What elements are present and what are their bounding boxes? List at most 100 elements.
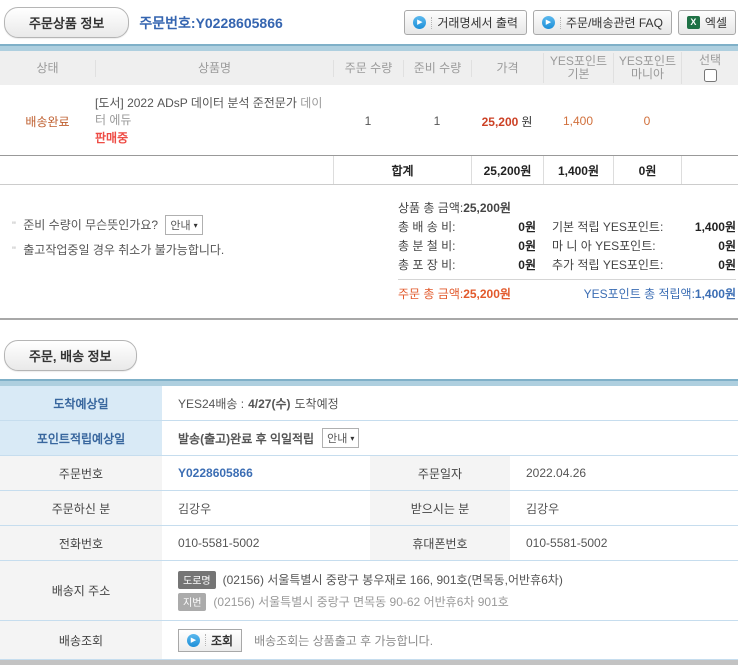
product-price-amount: 25,200	[482, 115, 519, 129]
total-label: 합계	[333, 156, 471, 184]
summary-shipping-value: 0원	[494, 218, 536, 237]
tracking-button[interactable]: 조회	[178, 629, 242, 652]
price-summary-panel: 상품 총 금액:25,200원 총 배 송 비: 0원 기본 적립 YES포인트…	[398, 199, 736, 304]
product-title-line: [도서] 2022 ADsP 데이터 분석 준전문가 데이터 에듀	[95, 95, 327, 129]
point-date-row: 포인트적립예상일 발송(출고)완료 후 익일적립 안내▾	[0, 421, 738, 456]
total-empty-cell	[681, 156, 738, 184]
point-date-value-cell: 발송(출고)완료 후 익일적립 안내▾	[162, 421, 738, 455]
dotted-divider	[431, 17, 432, 29]
total-price: 25,200원	[471, 156, 543, 184]
product-point-basic: 1,400	[543, 114, 613, 128]
print-invoice-button[interactable]: 거래명세서 출력	[404, 10, 527, 35]
phone-row: 전화번호 010-5581-5002 휴대폰번호 010-5581-5002	[0, 526, 738, 561]
tracking-button-label: 조회	[211, 632, 233, 649]
address-label: 배송지 주소	[0, 561, 162, 620]
tracking-row: 배송조회 조회 배송조회는 상품출고 후 가능합니다.	[0, 621, 738, 659]
guide-label: 안내	[170, 217, 190, 233]
summary-total-point-value: 1,400원	[695, 287, 736, 301]
arrival-carrier: YES24배송 :	[178, 395, 244, 412]
col-header-price: 가격	[471, 60, 543, 77]
orderer-row: 주문하신 분 김강우 받으시는 분 김강우	[0, 491, 738, 526]
summary-binding-label: 총 분 철 비:	[398, 237, 494, 256]
summary-product-total-label: 상품 총 금액:	[398, 199, 463, 218]
order-no-link[interactable]: Y0228605866	[178, 466, 253, 480]
total-row: 합계 25,200원 1,400원 0원	[0, 155, 738, 185]
mobile-value: 010-5581-5002	[510, 526, 738, 560]
product-name-link[interactable]: [도서] 2022 ADsP 데이터 분석 준전문가	[95, 96, 297, 110]
road-address-line: 도로명 (02156) 서울특별시 중랑구 봉우재로 166, 901호(면목동…	[178, 571, 722, 589]
arrival-row: 도착예상일 YES24배송 : 4/27(수) 도착예정	[0, 386, 738, 421]
play-icon	[413, 16, 426, 29]
product-row: 배송완료 [도서] 2022 ADsP 데이터 분석 준전문가 데이터 에듀 판…	[0, 85, 738, 155]
address-row: 배송지 주소 도로명 (02156) 서울특별시 중랑구 봉우재로 166, 9…	[0, 561, 738, 621]
summary-order-total-value: 25,200원	[463, 287, 511, 301]
product-name-cell: [도서] 2022 ADsP 데이터 분석 준전문가 데이터 에듀 판매중	[95, 95, 333, 147]
summary-product-total: 상품 총 금액:25,200원	[398, 199, 736, 218]
summary-extra-point-label: 추가 적립 YES포인트:	[552, 256, 684, 275]
print-invoice-label: 거래명세서 출력	[437, 14, 518, 31]
phone-value: 010-5581-5002	[162, 526, 370, 560]
product-point-mania: 0	[613, 114, 681, 128]
chevron-down-icon: ▾	[194, 221, 198, 230]
summary-mania-point-value: 0원	[684, 237, 736, 256]
note-ready-qty-text: 준비 수량이 무슨뜻인가요?	[23, 218, 158, 232]
col-header-point-mania: YES포인트 마니아	[613, 53, 681, 83]
tracking-label: 배송조회	[0, 621, 162, 659]
order-faq-button[interactable]: 주문/배송관련 FAQ	[533, 10, 672, 35]
summary-final-line: 주문 총 금액:25,200원 YES포인트 총 적립액:1,400원	[398, 279, 736, 304]
order-date-value: 2022.04.26	[510, 456, 738, 490]
product-sale-status: 판매중	[95, 130, 327, 147]
excel-export-button[interactable]: 엑셀	[678, 10, 736, 35]
total-point-basic: 1,400원	[543, 156, 613, 184]
summary-extra-point-value: 0원	[684, 256, 736, 275]
summary-total-point: YES포인트 총 적립액:1,400원	[584, 285, 736, 304]
product-price: 25,200원	[471, 113, 543, 130]
play-icon	[187, 634, 200, 647]
orderer-label: 주문하신 분	[0, 491, 162, 525]
summary-packing-label: 총 포 장 비:	[398, 256, 494, 275]
note-cancel-policy-text: 출고작업중일 경우 취소가 불가능합니다.	[23, 243, 224, 257]
product-price-unit: 원	[521, 115, 532, 129]
point-date-label: 포인트적립예상일	[0, 421, 162, 455]
chevron-down-icon: ▾	[350, 434, 354, 443]
point-date-guide-button[interactable]: 안내▾	[322, 428, 359, 448]
jibun-badge: 지번	[178, 593, 206, 611]
ready-qty-guide-button[interactable]: 안내 ▾	[165, 215, 202, 235]
excel-label: 엑셀	[705, 14, 727, 31]
mobile-label: 휴대폰번호	[370, 526, 510, 560]
jibun-address-text: (02156) 서울특별시 중랑구 면목동 90-62 어반휴6차 901호	[213, 593, 508, 610]
summary-line-binding: 총 분 철 비: 0원 마 니 아 YES포인트: 0원	[398, 237, 736, 256]
col-header-order-qty: 주문 수량	[333, 60, 403, 77]
summary-order-total: 주문 총 금액:25,200원	[398, 285, 511, 304]
select-label: 선택	[699, 54, 721, 67]
order-notes: 준비 수량이 무슨뜻인가요? 안내 ▾ 출고작업중일 경우 취소가 불가능합니다.	[12, 199, 398, 304]
guide-label: 안내	[327, 430, 347, 446]
product-table-header: 상태 상품명 주문 수량 준비 수량 가격 YES포인트 기본 YES포인트 마…	[0, 51, 738, 85]
order-number-heading-value: Y0228605866	[196, 15, 283, 31]
summary-basic-point-label: 기본 적립 YES포인트:	[552, 218, 684, 237]
order-number-row: 주문번호 Y0228605866 주문일자 2022.04.26	[0, 456, 738, 491]
section-divider-bar	[0, 379, 738, 386]
product-ready-qty: 1	[403, 114, 471, 128]
select-all-checkbox[interactable]	[704, 69, 717, 82]
col-header-status: 상태	[0, 60, 95, 77]
order-no-value-cell: Y0228605866	[162, 456, 370, 490]
note-cancel-policy: 출고작업중일 경우 취소가 불가능합니다.	[12, 238, 398, 263]
bottom-divider-bar	[0, 660, 738, 665]
dotted-divider	[560, 17, 561, 29]
order-number-heading: 주문번호:Y0228605866	[139, 13, 282, 33]
summary-basic-point-value: 1,400원	[684, 218, 736, 237]
order-no-label: 주문번호	[0, 456, 162, 490]
road-address-text: (02156) 서울특별시 중랑구 봉우재로 166, 901호(면목동,어반휴…	[223, 571, 563, 588]
order-summary-area: 준비 수량이 무슨뜻인가요? 안내 ▾ 출고작업중일 경우 취소가 불가능합니다.…	[0, 185, 738, 320]
product-section-header: 주문상품 정보 주문번호:Y0228605866 거래명세서 출력 주문/배송관…	[0, 0, 738, 44]
dotted-divider	[205, 634, 206, 646]
arrival-label: 도착예상일	[0, 386, 162, 420]
col-header-ready-qty: 준비 수량	[403, 60, 471, 77]
summary-order-total-label: 주문 총 금액:	[398, 287, 463, 301]
summary-shipping-label: 총 배 송 비:	[398, 218, 494, 237]
point-date-value: 발송(출고)완료 후 익일적립	[178, 430, 314, 447]
total-point-mania: 0원	[613, 156, 681, 184]
summary-product-total-value: 25,200원	[463, 199, 511, 218]
col-header-point-basic: YES포인트 기본	[543, 53, 613, 83]
